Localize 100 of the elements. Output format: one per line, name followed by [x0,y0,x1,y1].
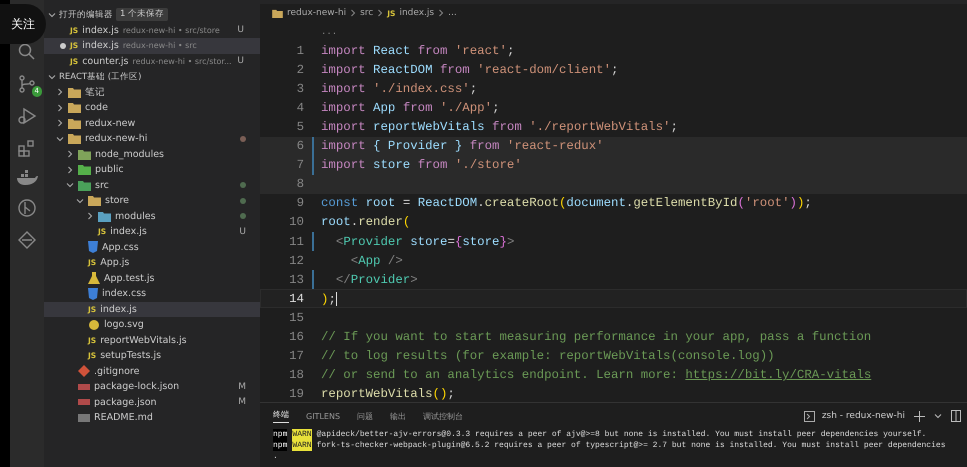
folder-icon [68,118,81,129]
gitlens-icon[interactable] [17,198,37,218]
code-line: root.render( [321,215,410,230]
file-name: README.md [94,412,153,424]
tree-item[interactable]: index.css [44,286,260,302]
chevron-icon [350,9,356,17]
follow-badge[interactable]: 关注 [0,4,46,44]
chevron-icon[interactable] [56,119,64,128]
breadcrumb[interactable]: index.js [399,8,434,18]
remote-icon[interactable] [17,230,37,250]
image-file-icon [88,318,100,331]
tree-item[interactable]: .gitignore [44,364,260,379]
code-line: <App /> [350,254,403,268]
code-line: reportWebVitals(); [321,387,455,402]
folder-icon [88,195,101,206]
terminal-name[interactable]: zsh - redux-new-hi [822,411,905,421]
file-name: src [95,180,109,191]
css-file-icon [88,241,98,254]
chevron-icon[interactable] [48,72,56,81]
chevron-icon[interactable] [86,212,94,220]
file-name: logo.svg [104,319,144,330]
tree-item[interactable]: node_modules [44,146,260,162]
chevron-icon[interactable] [76,196,84,205]
breadcrumb[interactable]: src [360,8,374,18]
chevron-icon[interactable] [66,166,74,174]
tree-item[interactable]: public [44,162,260,178]
tree-item[interactable]: App.test.js [44,270,260,286]
line-number: 12 [288,254,304,268]
tree-item[interactable]: store [44,193,260,208]
file-name: reportWebVitals.js [100,334,187,346]
line-number: 6 [296,139,304,154]
line-number: 3 [296,82,304,96]
line-number: 8 [296,177,304,192]
chevron-icon[interactable] [66,150,74,158]
code-line: ); [321,292,337,306]
tree-item[interactable]: code [44,100,260,116]
chevron-icon[interactable] [56,88,64,96]
warn-label: WARN [292,440,312,451]
breadcrumb[interactable]: redux-new-hi [287,8,346,18]
code-line: import ReactDOM from 'react-dom/client'; [321,62,618,77]
file-name: public [95,164,124,176]
panel-tab[interactable]: GITLENS [306,412,340,420]
code-line: // to log results (for example: reportWebVitals(console.log)) [321,349,775,364]
chevron-icon[interactable] [56,104,64,112]
file-name: store [105,195,130,206]
tree-item[interactable]: src [44,178,260,193]
tree-item[interactable]: package.json M [44,394,260,410]
chevron-icon[interactable] [66,181,74,190]
code-line: // If you want to start measuring performance in your app, pass a function [321,330,872,344]
panel-tab[interactable]: 输出 [390,410,406,422]
panel-tab[interactable]: 调试控制台 [423,410,464,422]
terminal-line: . [273,451,278,462]
warn-label: WARN [292,429,312,440]
tree-item[interactable]: modules [44,208,260,224]
whale-icon[interactable] [16,170,38,186]
file-name: index.js [82,40,119,52]
chevron-icon[interactable] [56,134,64,143]
tree-item[interactable]: README.md [44,410,260,426]
section-title[interactable]: REACT基础 (工作区) [59,70,142,83]
panel-tab[interactable]: 问题 [357,410,374,422]
folder-icon [68,133,81,144]
code-line: import { Provider } from 'react-redux' [321,139,604,154]
caret-icon[interactable] [934,412,942,420]
tree-item[interactable]: redux-new [44,116,260,131]
chevron-icon[interactable] [48,10,56,19]
run-debug-icon[interactable] [17,106,37,126]
section-title[interactable]: 打开的编辑器 [59,8,113,21]
tree-item[interactable]: redux-new-hi [44,131,260,146]
plus-icon[interactable] [914,410,925,422]
split-icon[interactable] [951,410,961,422]
tree-item[interactable]: logo.svg [44,317,260,332]
line-number: 19 [288,387,304,402]
git-status: U [239,226,246,237]
search-icon[interactable] [17,42,37,62]
npm-prefix: npm [273,440,288,451]
file-name: index.css [102,288,146,300]
file-name: App.test.js [104,272,154,284]
line-number: 17 [288,349,304,364]
git-status: M [238,382,246,392]
line-number: 9 [296,196,304,210]
line-number: 11 [288,234,304,249]
line-number: 16 [288,330,304,344]
file-path: redux-new-hi • src/store [122,26,220,35]
folder-icon [272,8,283,18]
line-number: 1 [296,44,304,58]
breadcrumb[interactable]: ... [448,8,457,18]
file-name: setupTests.js [100,350,162,362]
file-name: code [85,102,108,114]
folder-icon [78,164,91,176]
source-control-icon[interactable] [17,74,37,94]
terminal-icon [804,410,815,422]
tree-item[interactable]: package-lock.json M [44,379,260,394]
markdown-file-icon [78,414,90,422]
git-status: U [237,56,245,66]
panel-tab[interactable]: 终端 [273,409,289,423]
code-line: import './index.css'; [321,82,478,96]
folder-icon [68,102,81,114]
tree-item[interactable]: 笔记 [44,84,260,100]
tree-item[interactable]: App.css [44,240,260,255]
file-name: redux-new-hi [85,133,148,144]
